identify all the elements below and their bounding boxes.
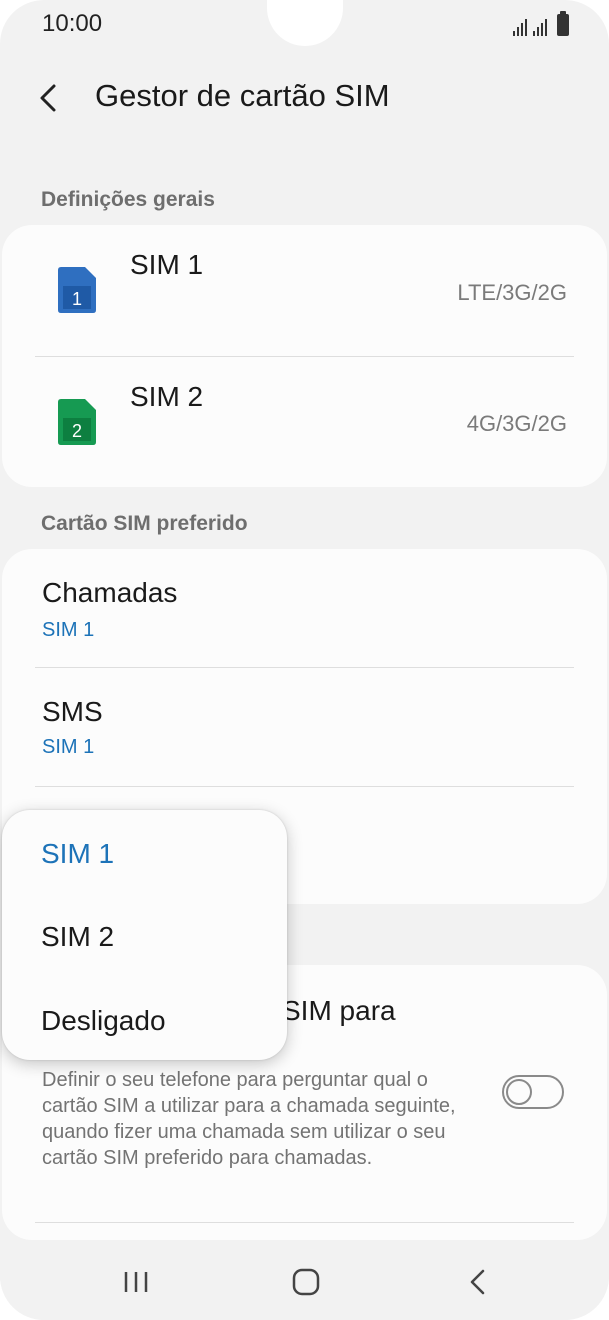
phone-screen: 10:00 Gestor de cartão SIM Definições ge… [0,0,609,1320]
svg-text:2: 2 [72,421,82,441]
home-button[interactable] [286,1262,326,1302]
nav-back-button[interactable] [458,1262,498,1302]
sim2-name: SIM 2 [130,381,204,412]
sim1-network: LTE/3G/2G [457,280,567,305]
section-label-general: Definições gerais [41,188,215,211]
popup-option-off[interactable]: Desligado [41,1005,166,1037]
signal-icon-sim1 [513,18,527,36]
chevron-left-icon [40,84,56,112]
home-icon [292,1268,320,1296]
toggle-knob [506,1079,532,1105]
status-icons [513,11,569,36]
confirm-toggle[interactable] [502,1075,564,1109]
calls-value: SIM 1 [42,619,95,641]
status-time: 10:00 [42,10,103,37]
sim-card-2-icon: 2 [58,399,96,445]
app-header: Gestor de cartão SIM [0,70,609,130]
back-icon [470,1269,485,1295]
page-title: Gestor de cartão SIM [95,78,390,113]
popup-option-sim1[interactable]: SIM 1 [41,838,114,870]
calls-row[interactable]: Chamadas SIM 1 [2,549,607,667]
divider [35,1222,574,1223]
sms-row[interactable]: SMS SIM 1 [2,668,607,786]
svg-text:1: 1 [72,289,82,309]
notch-left [227,0,267,40]
sim2-row[interactable]: 2 SIM 2 4G/3G/2G [2,357,607,487]
camera-notch [267,0,343,46]
sms-value: SIM 1 [42,736,95,758]
navigation-bar [0,1242,609,1320]
sim2-network: 4G/3G/2G [466,411,567,436]
recent-apps-icon [124,1272,148,1292]
battery-icon [557,11,569,36]
popup-option-sim2[interactable]: SIM 2 [41,921,114,953]
confirm-description: Definir o seu telefone para perguntar qu… [42,1069,456,1169]
sim1-row[interactable]: 1 SIM 1 LTE/3G/2G [2,225,607,356]
sim1-name: SIM 1 [130,249,204,280]
recent-apps-button[interactable] [116,1262,156,1302]
section-label-preferred: Cartão SIM preferido [41,512,248,535]
sim-selection-popup: SIM 1 SIM 2 Desligado [2,810,287,1060]
confirm-title: SIM para [282,995,396,1026]
calls-title: Chamadas [42,577,178,608]
sim-cards-card: 1 SIM 1 LTE/3G/2G 2 SIM 2 4G/3G/2G [2,225,607,487]
back-button[interactable] [30,78,70,118]
sim-card-1-icon: 1 [58,267,96,313]
sms-title: SMS [42,696,103,727]
signal-icon-sim2 [533,18,547,36]
